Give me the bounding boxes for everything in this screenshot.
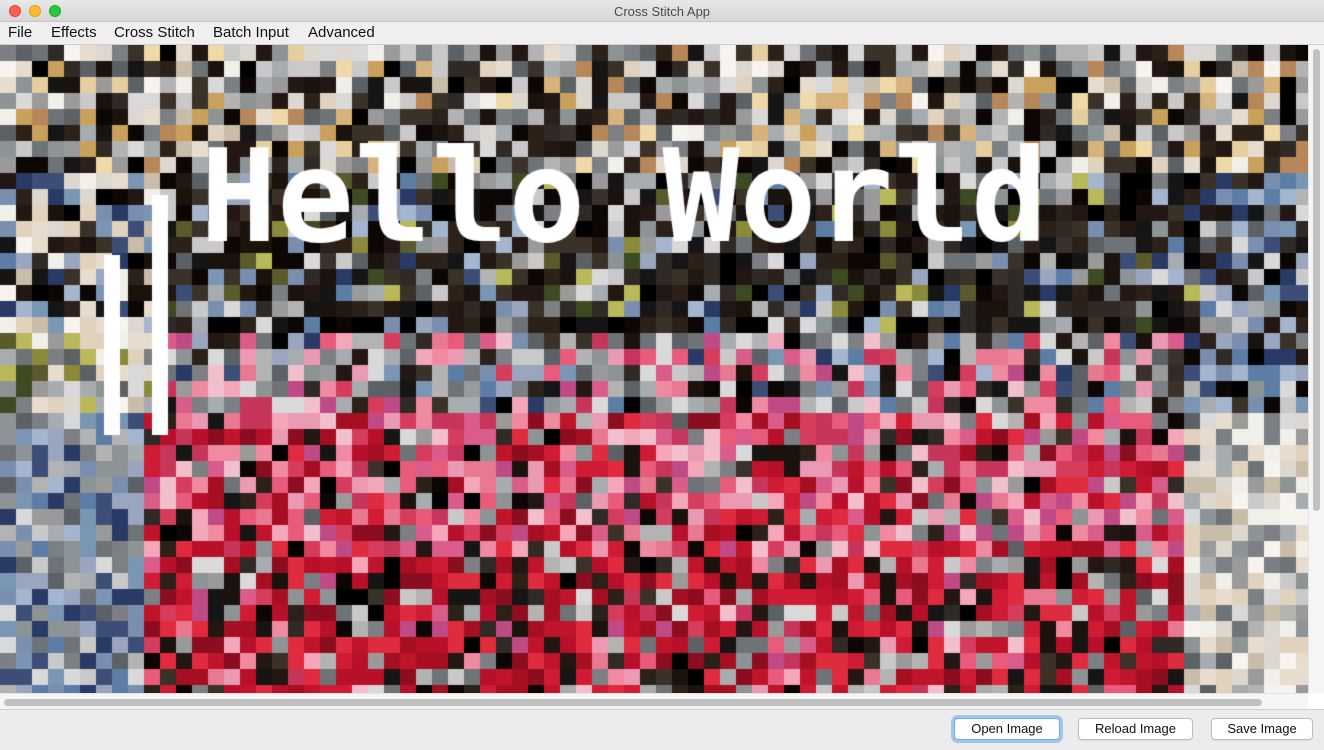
reload-image-button[interactable]: Reload Image [1078, 718, 1193, 740]
vertical-scrollbar[interactable] [1308, 45, 1324, 693]
menu-batch-input[interactable]: Batch Input [213, 24, 289, 41]
window-title: Cross Stitch App [613, 4, 711, 19]
open-image-button[interactable]: Open Image [954, 718, 1060, 740]
cross-stitch-image [0, 45, 1308, 693]
menu-cross-stitch[interactable]: Cross Stitch [114, 24, 195, 41]
menu-bar: File Effects Cross Stitch Batch Input Ad… [0, 22, 1324, 44]
horizontal-scroll-thumb[interactable] [4, 699, 1262, 706]
menu-file[interactable]: File [8, 24, 32, 41]
image-viewport[interactable] [0, 44, 1324, 710]
horizontal-scrollbar[interactable] [0, 693, 1308, 709]
vertical-scroll-thumb[interactable] [1313, 49, 1320, 511]
menu-effects[interactable]: Effects [51, 24, 97, 41]
title-bar: Cross Stitch App [0, 0, 1324, 22]
menu-advanced[interactable]: Advanced [308, 24, 375, 41]
save-image-button[interactable]: Save Image [1211, 718, 1313, 740]
